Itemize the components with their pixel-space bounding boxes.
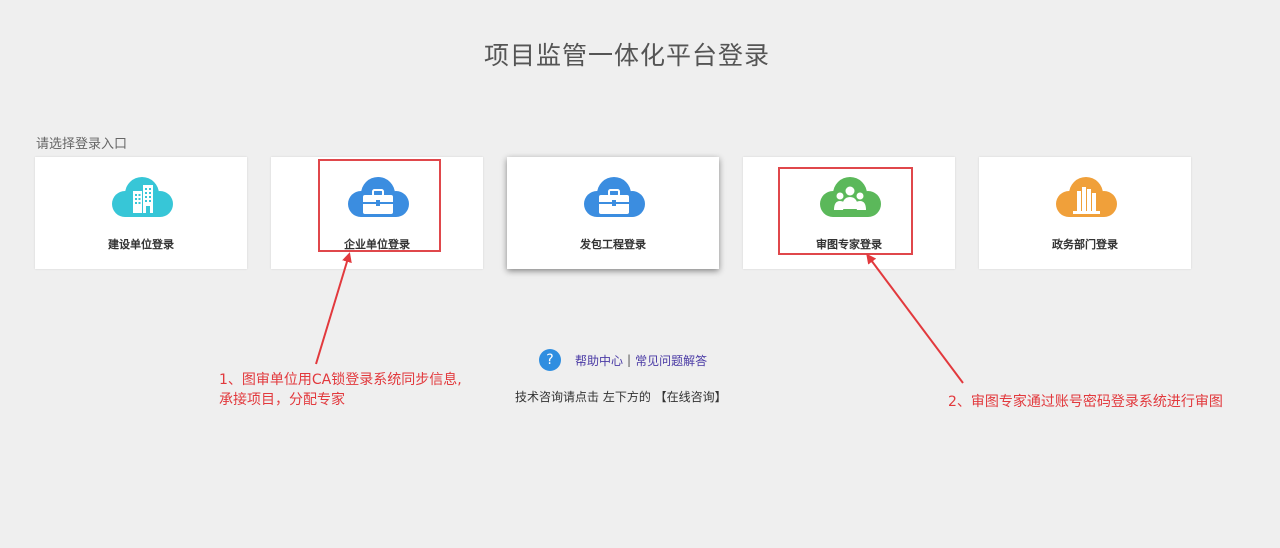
annotation-arrows [315,252,964,384]
question-icon[interactable]: ? [539,349,561,371]
login-card-government-department[interactable]: 政务部门登录 [979,157,1191,269]
card-label: 发包工程登录 [580,238,646,251]
page-title: 项目监管一体化平台登录 [483,41,770,70]
people-cloud-icon [820,177,881,217]
help-links: ? 帮助中心 | 常见问题解答 [539,348,707,372]
help-separator: | [627,353,632,367]
card-label: 政务部门登录 [1052,238,1118,251]
login-page: 项目监管一体化平台登录 请选择登录入口 建设单位登录 企业单位登录 发包工程登录… [0,0,1280,548]
briefcase-cloud-icon [348,177,409,217]
building-cloud-icon [112,177,173,217]
card-label: 建设单位登录 [108,238,174,251]
login-card-review-expert[interactable]: 审图专家登录 [743,157,955,269]
card-label: 企业单位登录 [344,238,410,251]
faq-link[interactable]: 常见问题解答 [635,352,707,369]
login-card-enterprise-unit[interactable]: 企业单位登录 [271,157,483,269]
arrow-to-enterprise [315,252,352,365]
login-entry-list: 建设单位登录 企业单位登录 发包工程登录 审图专家登录 政务部门登录 [35,157,1195,269]
annotation-note-2: 2、审图专家通过账号密码登录系统进行审图 [948,394,1223,410]
card-label: 审图专家登录 [816,238,882,251]
help-center-link[interactable]: 帮助中心 [575,352,623,369]
annotation-note-1-line-1: 1、图审单位用CA锁登录系统同步信息, [219,372,462,388]
arrow-to-expert [866,253,964,384]
annotation-note-1: 1、图审单位用CA锁登录系统同步信息, 承接项目，分配专家 [219,370,462,410]
annotation-note-1-line-2: 承接项目，分配专家 [219,392,345,408]
entry-prompt: 请选择登录入口 [36,137,128,152]
books-cloud-icon [1056,177,1117,217]
login-card-contract-project[interactable]: 发包工程登录 [507,157,719,269]
briefcase-cloud-icon [584,177,645,217]
login-card-construction-unit[interactable]: 建设单位登录 [35,157,247,269]
tech-consult-text: 技术咨询请点击 左下方的 【在线咨询】 [515,390,727,404]
